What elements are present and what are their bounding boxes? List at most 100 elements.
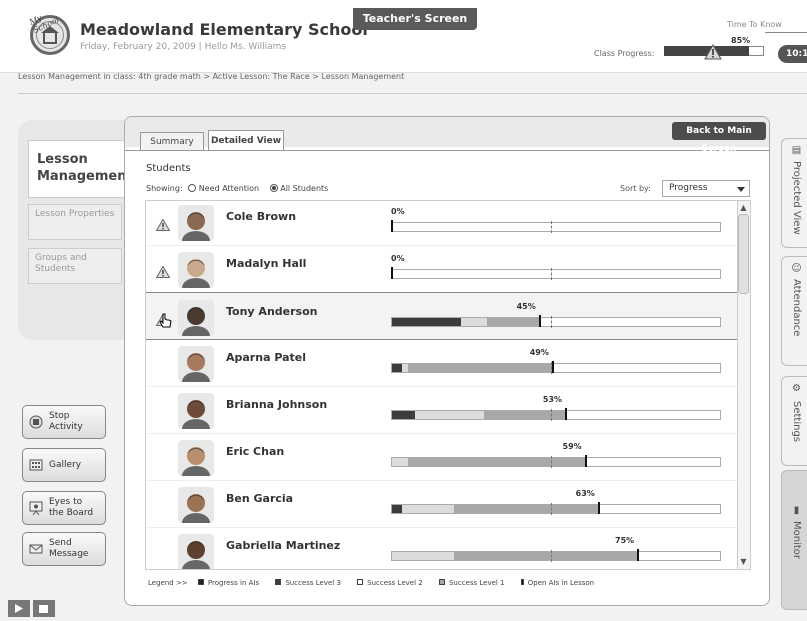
student-row[interactable]: Brianna Johnson 53% [146, 386, 739, 434]
eyes-to-board-button[interactable]: Eyes to the Board [22, 491, 106, 525]
progress-bar [391, 317, 721, 327]
tab-divider [125, 150, 769, 151]
progress-segment [392, 364, 402, 372]
student-row[interactable]: Aparna Patel 49% [146, 339, 739, 387]
progress-percent: 75% [615, 536, 635, 545]
open-ais-marker [551, 361, 554, 373]
student-row[interactable]: Madalyn Hall 0% [146, 245, 739, 293]
gallery-label: Gallery [49, 460, 82, 470]
progress-bar [391, 457, 721, 467]
legend-swatch-level3 [275, 579, 282, 585]
student-list: Cole Brown 0% Madalyn Hall 0% Tony Anderson 4… [145, 200, 751, 570]
brand-underline [765, 32, 807, 33]
scroll-down-icon[interactable]: ▼ [738, 557, 749, 567]
progress-segment [392, 505, 402, 513]
student-name[interactable]: Madalyn Hall [226, 257, 306, 270]
progress-segment [487, 318, 540, 326]
stop-activity-button[interactable]: Stop Activity [22, 405, 106, 439]
warning-icon [155, 216, 171, 235]
send-message-label: Send Message [49, 538, 89, 559]
tab-projected-view[interactable]: ▤ Projected View [781, 138, 807, 248]
progress-percent: 49% [529, 348, 549, 357]
student-row[interactable]: Gabriella Martinez 75% [146, 527, 739, 569]
progress-segment [401, 364, 409, 372]
tab-attendance[interactable]: ☺ Attendance [781, 256, 807, 366]
filter-need-attention-radio[interactable] [188, 184, 197, 192]
progress-segment [454, 552, 638, 560]
student-name[interactable]: Ben Garcia [226, 492, 293, 505]
nav-lesson-management[interactable]: Lesson Management [28, 140, 133, 198]
tab-monitor[interactable]: ▮ Monitor [781, 470, 807, 610]
student-row[interactable]: Ben Garcia 63% [146, 480, 739, 528]
back-to-main-button[interactable]: Back to Main Screen [672, 122, 766, 154]
midpoint-marker [551, 456, 552, 468]
nav-lesson-properties[interactable]: Lesson Properties [28, 204, 122, 240]
projected-view-icon: ▤ [791, 145, 802, 156]
divider [18, 93, 807, 94]
scroll-thumb[interactable] [738, 214, 749, 294]
student-avatar [178, 534, 214, 569]
tab-settings[interactable]: ⚙ Settings [781, 376, 807, 466]
board-icon [29, 501, 43, 516]
progress-percent: 0% [391, 254, 405, 263]
student-name[interactable]: Aparna Patel [226, 351, 306, 364]
screen-title-tab: Teacher's Screen [353, 8, 477, 30]
student-name[interactable]: Brianna Johnson [226, 398, 327, 411]
midpoint-marker [551, 503, 552, 515]
student-name[interactable]: Gabriella Martinez [226, 539, 340, 552]
progress-percent: 0% [391, 207, 405, 216]
progress-segment [392, 458, 409, 466]
progress-bar [391, 410, 721, 420]
warning-icon[interactable] [704, 43, 722, 64]
school-logo: My School [28, 13, 70, 55]
legend-swatch-progress [197, 579, 204, 585]
student-avatar [178, 440, 214, 476]
progress-segment [392, 411, 415, 419]
send-message-button[interactable]: Send Message [22, 532, 106, 566]
progress-bar [391, 222, 721, 232]
timer-badge: 10:10 [778, 45, 807, 63]
midpoint-marker [551, 409, 552, 421]
tab-summary[interactable]: Summary [140, 132, 204, 150]
legend: Legend >> Progress in AIs Success Level … [148, 579, 608, 587]
class-progress-label: Class Progress: [594, 49, 655, 58]
filter-need-attention-label[interactable]: Need Attention [199, 184, 259, 193]
progress-segment [483, 411, 566, 419]
tab-detailed-view[interactable]: Detailed View [208, 130, 284, 151]
tab-settings-label: Settings [791, 401, 802, 443]
nav-groups-and-students[interactable]: Groups and Students [28, 248, 122, 284]
playback-controls [8, 600, 58, 621]
midpoint-marker [551, 268, 552, 280]
midpoint-marker [551, 316, 552, 328]
legend-swatch-open-ais [520, 579, 524, 585]
student-name[interactable]: Eric Chan [226, 445, 284, 458]
stop-icon [29, 415, 43, 429]
student-avatar [178, 205, 214, 241]
student-avatar [178, 346, 214, 382]
legend-level1: Success Level 1 [448, 579, 505, 587]
progress-segment [408, 458, 586, 466]
gallery-icon [29, 458, 43, 472]
sort-label: Sort by: [620, 184, 651, 193]
hand-cursor-icon [159, 313, 173, 333]
filter-all-students-label[interactable]: All Students [280, 184, 328, 193]
student-name[interactable]: Tony Anderson [226, 305, 317, 318]
chevron-down-icon[interactable] [737, 187, 745, 192]
tab-projected-view-label: Projected View [791, 161, 802, 235]
filter-all-students-radio[interactable] [269, 184, 278, 192]
scroll-up-icon[interactable]: ▲ [738, 203, 749, 213]
student-row[interactable]: Eric Chan 59% [146, 433, 739, 481]
progress-bar [391, 504, 721, 514]
open-ais-marker [564, 408, 567, 420]
progress-percent: 53% [542, 395, 562, 404]
open-ais-marker [538, 315, 541, 327]
gallery-button[interactable]: Gallery [22, 448, 106, 482]
progress-percent: 45% [516, 302, 536, 311]
school-name: Meadowland Elementary School [80, 20, 368, 39]
student-row[interactable]: Cole Brown 0% [146, 201, 739, 246]
midpoint-marker [551, 550, 552, 562]
legend-open-ais: Open AIs in Lesson [527, 579, 595, 587]
student-name[interactable]: Cole Brown [226, 210, 296, 223]
student-avatar [178, 487, 214, 523]
student-row[interactable]: Tony Anderson 45% [146, 292, 739, 340]
